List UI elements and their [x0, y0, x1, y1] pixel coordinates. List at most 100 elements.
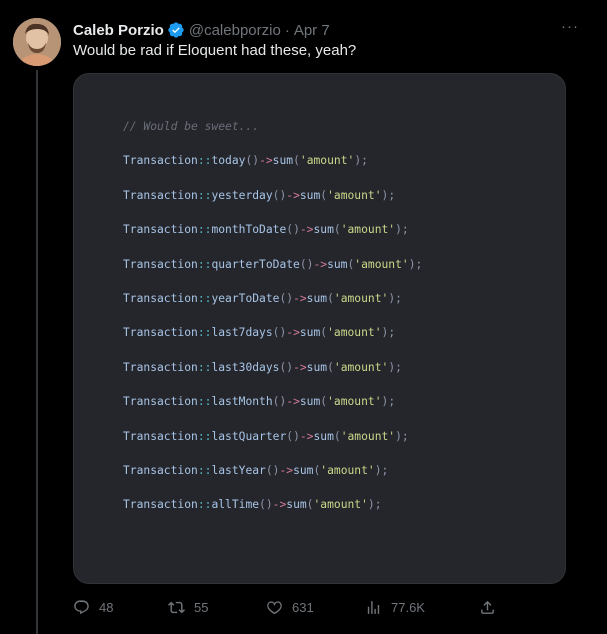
share-button[interactable] [479, 599, 496, 616]
like-button[interactable]: 631 [266, 599, 314, 616]
code-call-parens: () [286, 223, 300, 237]
code-scope-operator: :: [197, 257, 212, 271]
code-arrow: -> [299, 223, 314, 237]
code-method-name: allTime [211, 498, 260, 512]
code-call-parens: () [299, 257, 314, 271]
code-call-parens: () [259, 498, 273, 512]
code-class-name: Transaction [123, 257, 198, 271]
code-class-name: Transaction [123, 463, 198, 477]
code-method-name: last30days [211, 360, 280, 374]
code-line: Transaction::lastQuarter()->sum('amount'… [123, 430, 422, 444]
retweet-button[interactable]: 55 [168, 599, 208, 616]
avatar[interactable] [13, 18, 61, 66]
code-scope-operator: :: [197, 188, 212, 202]
code-comment: // Would be sweet... [123, 120, 260, 133]
code-class-name: Transaction [123, 395, 198, 409]
code-screenshot-image[interactable]: // Would be sweet... Transaction::today(… [73, 73, 566, 584]
code-open-paren: ( [333, 223, 341, 237]
code-sum-method: sum [272, 154, 294, 168]
code-arrow: -> [293, 291, 307, 305]
code-line-end: ); [388, 291, 402, 305]
code-method-name: lastMonth [211, 395, 273, 409]
code-line-end: ); [408, 257, 423, 271]
code-line-end: ); [395, 429, 409, 443]
code-sum-method: sum [306, 291, 328, 305]
code-scope-operator: :: [197, 429, 212, 443]
code-method-name: lastQuarter [211, 429, 287, 443]
code-string-arg: 'amount' [340, 223, 396, 237]
code-call-parens: () [245, 154, 260, 168]
code-sum-method: sum [327, 257, 348, 271]
code-class-name: Transaction [123, 223, 198, 237]
code-line: Transaction::yesterday()->sum('amount'); [123, 189, 422, 203]
code-call-parens: () [272, 188, 287, 202]
analytics-icon [365, 599, 382, 616]
code-arrow: -> [313, 257, 328, 271]
views-button[interactable]: 77.6K [365, 599, 425, 616]
share-icon [479, 599, 496, 616]
code-line-end: ); [367, 498, 382, 512]
code-class-name: Transaction [123, 188, 198, 202]
tweet-text: Would be rad if Eloquent had these, yeah… [73, 42, 357, 59]
retweet-count: 55 [194, 599, 209, 615]
code-string-arg: 'amount' [299, 154, 355, 168]
code-method-name: last7days [211, 326, 273, 340]
code-string-arg: 'amount' [320, 463, 375, 477]
code-open-paren: ( [327, 360, 334, 374]
code-method-name: yearToDate [211, 291, 280, 305]
code-call-parens: () [279, 360, 294, 374]
code-line: Transaction::allTime()->sum('amount'); [123, 498, 422, 512]
code-arrow: -> [286, 188, 300, 202]
code-arrow: -> [286, 326, 300, 340]
code-arrow: -> [272, 498, 287, 512]
code-call-parens: () [272, 326, 287, 340]
code-line-end: ); [388, 360, 402, 374]
code-block: // Would be sweet... Transaction::today(… [123, 120, 422, 533]
code-class-name: Transaction [123, 326, 198, 340]
code-sum-method: sum [299, 188, 321, 202]
code-scope-operator: :: [197, 223, 212, 237]
code-sum-method: sum [306, 360, 328, 374]
code-sum-method: sum [286, 498, 307, 512]
separator-dot: · [284, 21, 290, 39]
code-string-arg: 'amount' [340, 429, 396, 443]
code-class-name: Transaction [123, 154, 198, 168]
code-call-parens: () [272, 395, 287, 409]
code-open-paren: ( [293, 154, 300, 168]
views-count: 77.6K [391, 599, 425, 615]
code-method-name: lastYear [211, 463, 266, 477]
code-method-name: yesterday [211, 188, 273, 202]
code-scope-operator: :: [197, 498, 212, 512]
code-arrow: -> [286, 395, 300, 409]
code-line-end: ); [395, 223, 409, 237]
code-line: Transaction::yearToDate()->sum('amount')… [123, 292, 422, 306]
code-line-end: ); [354, 154, 368, 168]
code-sum-method: sum [293, 463, 314, 477]
code-sum-method: sum [313, 223, 334, 237]
avatar-image [13, 18, 61, 66]
code-line-end: ); [374, 463, 389, 477]
author-handle[interactable]: @calebporzio [189, 22, 281, 39]
reply-button[interactable]: 48 [73, 599, 113, 616]
code-class-name: Transaction [123, 429, 198, 443]
author-name[interactable]: Caleb Porzio [73, 22, 164, 39]
code-arrow: -> [259, 154, 273, 168]
tweet-date[interactable]: Apr 7 [294, 22, 330, 39]
code-open-paren: ( [333, 429, 341, 443]
code-string-arg: 'amount' [327, 395, 382, 409]
code-line: Transaction::lastYear()->sum('amount'); [123, 464, 422, 478]
code-line: Transaction::monthToDate()->sum('amount'… [123, 223, 422, 237]
code-sum-method: sum [299, 326, 321, 340]
tweet-header: Caleb Porzio @calebporzio · Apr 7 [73, 19, 330, 41]
code-line: Transaction::last7days()->sum('amount'); [123, 326, 422, 340]
more-options-icon[interactable]: ··· [561, 18, 579, 35]
code-call-parens: () [286, 429, 300, 443]
code-string-arg: 'amount' [313, 498, 368, 512]
verified-badge-icon [167, 21, 185, 39]
code-arrow: -> [299, 429, 314, 443]
code-class-name: Transaction [123, 498, 198, 512]
code-line: Transaction::last30days()->sum('amount')… [123, 361, 422, 375]
code-string-arg: 'amount' [327, 326, 382, 340]
reply-count: 48 [99, 599, 114, 615]
code-sum-method: sum [299, 395, 321, 409]
